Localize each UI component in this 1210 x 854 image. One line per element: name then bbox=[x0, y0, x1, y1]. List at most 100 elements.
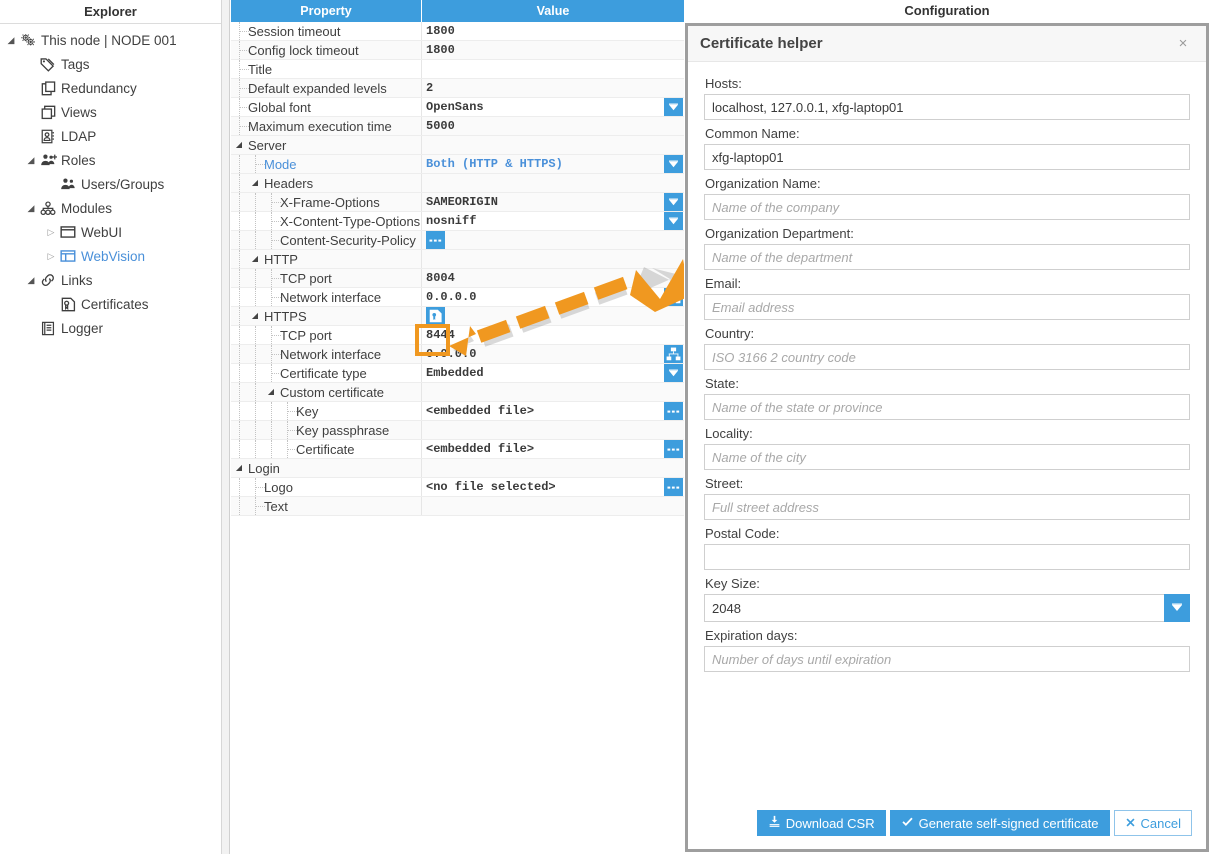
input-country[interactable] bbox=[704, 344, 1190, 370]
chevron-down-icon[interactable] bbox=[664, 212, 683, 230]
input-organization-department[interactable] bbox=[704, 244, 1190, 270]
input-street[interactable] bbox=[704, 494, 1190, 520]
sidebar-item-this-node-node-001[interactable]: ◢ This node | NODE 001 bbox=[0, 28, 221, 52]
sidebar-item-tags[interactable]: ▷ Tags bbox=[0, 52, 221, 76]
input-common-name[interactable] bbox=[704, 144, 1190, 170]
table-row[interactable]: Key <embedded file> bbox=[231, 402, 684, 421]
table-row[interactable]: Maximum execution time 5000 bbox=[231, 117, 684, 136]
cancel-button[interactable]: Cancel bbox=[1113, 810, 1192, 836]
ellipsis-icon[interactable] bbox=[664, 440, 683, 458]
table-row[interactable]: TCP port 8004 bbox=[231, 269, 684, 288]
ellipsis-icon[interactable] bbox=[664, 478, 683, 496]
value-cell[interactable]: 8444 bbox=[422, 326, 684, 344]
column-header-property[interactable]: Property bbox=[231, 0, 422, 22]
value-cell[interactable] bbox=[422, 497, 684, 515]
column-header-value[interactable]: Value bbox=[422, 0, 684, 22]
value-cell[interactable] bbox=[422, 421, 684, 439]
table-row[interactable]: Session timeout 1800 bbox=[231, 22, 684, 41]
chevron-down-icon[interactable] bbox=[664, 98, 683, 116]
ellipsis-icon[interactable] bbox=[664, 402, 683, 420]
sidebar-item-ldap[interactable]: ▷ LDAP bbox=[0, 124, 221, 148]
expand-arrow-icon[interactable]: ◢ bbox=[247, 307, 263, 325]
value-cell[interactable]: OpenSans bbox=[422, 98, 684, 116]
sidebar-item-users-groups[interactable]: ▷ Users/Groups bbox=[0, 172, 221, 196]
expand-arrow-icon[interactable]: ◢ bbox=[247, 174, 263, 192]
table-row[interactable]: ◢ Custom certificate bbox=[231, 383, 684, 402]
expand-arrow-icon[interactable]: ◢ bbox=[247, 250, 263, 268]
expand-arrow-icon[interactable]: ◢ bbox=[4, 35, 18, 45]
value-cell[interactable]: 2 bbox=[422, 79, 684, 97]
expand-arrow-icon[interactable]: ◢ bbox=[263, 383, 279, 401]
input-organization-name[interactable] bbox=[704, 194, 1190, 220]
sidebar-item-links[interactable]: ◢ Links bbox=[0, 268, 221, 292]
table-row[interactable]: X-Frame-Options SAMEORIGIN bbox=[231, 193, 684, 212]
sidebar-item-views[interactable]: ▷ Views bbox=[0, 100, 221, 124]
table-row[interactable]: Text bbox=[231, 497, 684, 516]
value-cell[interactable] bbox=[422, 459, 684, 477]
value-cell[interactable]: 1800 bbox=[422, 22, 684, 40]
value-cell[interactable] bbox=[422, 383, 684, 401]
table-row[interactable]: X-Content-Type-Options nosniff bbox=[231, 212, 684, 231]
value-cell[interactable]: <no file selected> bbox=[422, 478, 684, 496]
value-cell[interactable]: Embedded bbox=[422, 364, 684, 382]
table-row[interactable]: ◢ Login bbox=[231, 459, 684, 478]
value-cell[interactable]: <embedded file> bbox=[422, 440, 684, 458]
chevron-down-icon[interactable] bbox=[664, 193, 683, 211]
table-row[interactable]: Content-Security-Policy bbox=[231, 231, 684, 250]
table-row[interactable]: Certificate <embedded file> bbox=[231, 440, 684, 459]
input-hosts[interactable] bbox=[704, 94, 1190, 120]
sidebar-item-certificates[interactable]: ▷ Certificates bbox=[0, 292, 221, 316]
table-row[interactable]: ◢ HTTPS bbox=[231, 307, 684, 326]
table-row[interactable]: Default expanded levels 2 bbox=[231, 79, 684, 98]
input-email[interactable] bbox=[704, 294, 1190, 320]
sidebar-item-redundancy[interactable]: ▷ Redundancy bbox=[0, 76, 221, 100]
close-icon[interactable]: × bbox=[1172, 33, 1194, 55]
input-postal-code[interactable] bbox=[704, 544, 1190, 570]
value-cell[interactable]: <embedded file> bbox=[422, 402, 684, 420]
value-cell[interactable]: 5000 bbox=[422, 117, 684, 135]
table-row[interactable]: Key passphrase bbox=[231, 421, 684, 440]
table-row[interactable]: TCP port 8444 bbox=[231, 326, 684, 345]
value-cell[interactable]: nosniff bbox=[422, 212, 684, 230]
network-icon[interactable] bbox=[664, 288, 683, 306]
expand-arrow-icon[interactable]: ◢ bbox=[231, 459, 247, 477]
value-cell[interactable]: 0.0.0.0 bbox=[422, 288, 684, 306]
table-row[interactable]: Logo <no file selected> bbox=[231, 478, 684, 497]
sidebar-item-modules[interactable]: ◢ Modules bbox=[0, 196, 221, 220]
table-row[interactable]: ◢ Headers bbox=[231, 174, 684, 193]
value-cell[interactable]: 1800 bbox=[422, 41, 684, 59]
expand-arrow-icon[interactable]: ◢ bbox=[231, 136, 247, 154]
value-cell[interactable] bbox=[422, 231, 684, 249]
generate-certificate-button[interactable]: Generate self-signed certificate bbox=[889, 810, 1110, 836]
value-cell[interactable]: 0.0.0.0 bbox=[422, 345, 684, 363]
chevron-down-icon[interactable] bbox=[1164, 594, 1190, 622]
expand-arrow-icon[interactable]: ◢ bbox=[24, 275, 38, 285]
value-cell[interactable] bbox=[422, 136, 684, 154]
table-row[interactable]: Global font OpenSans bbox=[231, 98, 684, 117]
table-row[interactable]: Config lock timeout 1800 bbox=[231, 41, 684, 60]
table-row[interactable]: Certificate type Embedded bbox=[231, 364, 684, 383]
input-locality[interactable] bbox=[704, 444, 1190, 470]
expand-arrow-icon[interactable]: ◢ bbox=[24, 203, 38, 213]
table-row[interactable]: ◢ HTTP bbox=[231, 250, 684, 269]
table-row[interactable]: ◢ Server bbox=[231, 136, 684, 155]
ellipsis-icon[interactable] bbox=[426, 231, 445, 249]
value-cell[interactable] bbox=[422, 250, 684, 268]
download-csr-button[interactable]: Download CSR bbox=[756, 810, 886, 836]
input-state[interactable] bbox=[704, 394, 1190, 420]
sidebar-item-roles[interactable]: ◢ Roles bbox=[0, 148, 221, 172]
table-row[interactable]: Network interface 0.0.0.0 bbox=[231, 288, 684, 307]
value-cell[interactable] bbox=[422, 174, 684, 192]
panel-divider[interactable] bbox=[222, 0, 230, 854]
value-cell[interactable] bbox=[422, 60, 684, 78]
value-cell[interactable]: 8004 bbox=[422, 269, 684, 287]
table-row[interactable]: Mode Both (HTTP & HTTPS) bbox=[231, 155, 684, 174]
certificate-helper-icon[interactable] bbox=[426, 307, 445, 325]
collapse-arrow-icon[interactable]: ▷ bbox=[44, 251, 58, 261]
input-expiration-days[interactable] bbox=[704, 646, 1190, 672]
value-cell[interactable]: Both (HTTP & HTTPS) bbox=[422, 155, 684, 173]
table-row[interactable]: Title bbox=[231, 60, 684, 79]
value-cell[interactable]: SAMEORIGIN bbox=[422, 193, 684, 211]
table-row[interactable]: Network interface 0.0.0.0 bbox=[231, 345, 684, 364]
sidebar-item-webvision[interactable]: ▷ WebVision bbox=[0, 244, 221, 268]
